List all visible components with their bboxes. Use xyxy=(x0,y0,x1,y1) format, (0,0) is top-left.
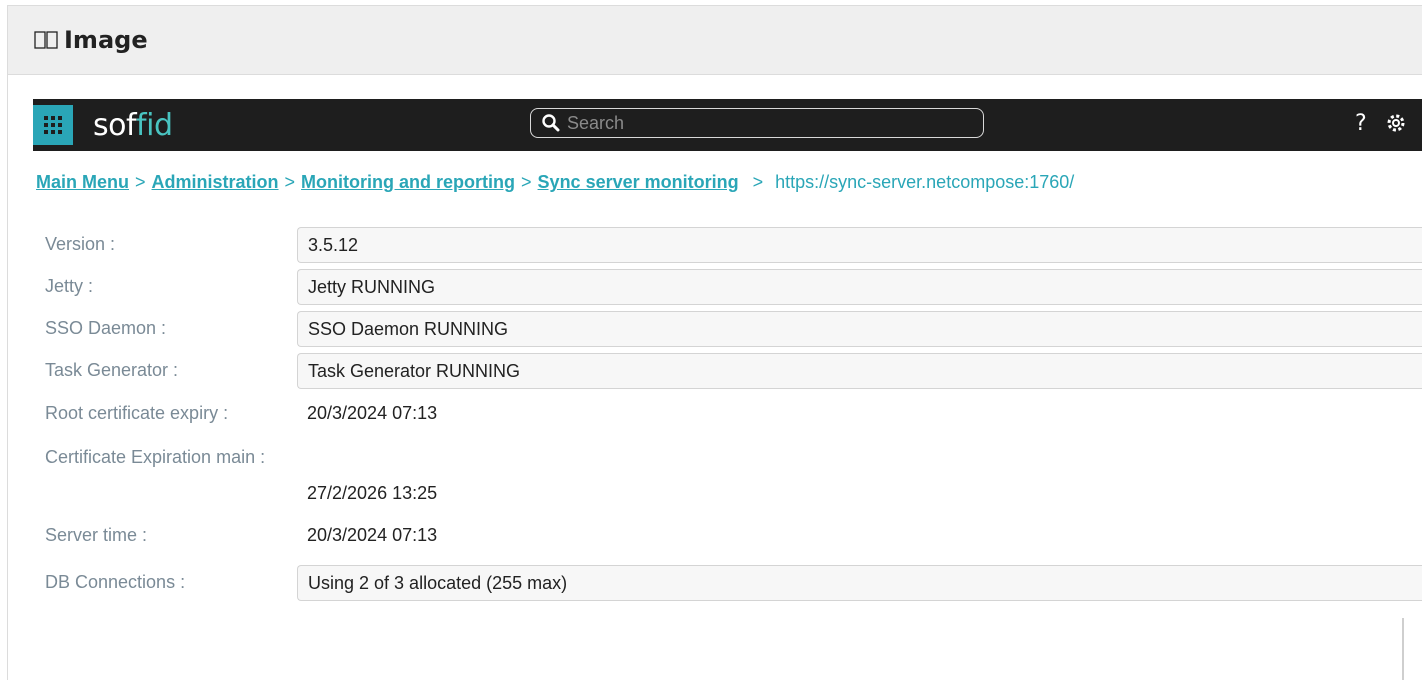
cert-expiration-main-value-row: 27/2/2026 13:25 xyxy=(33,476,1422,512)
image-icon xyxy=(34,31,58,49)
grid-icon xyxy=(44,116,62,134)
scrollbar[interactable] xyxy=(1402,618,1404,680)
search-input[interactable] xyxy=(565,111,949,135)
breadcrumb-administration[interactable]: Administration xyxy=(152,172,279,192)
server-time-label: Server time : xyxy=(45,525,148,545)
app-menu-button[interactable] xyxy=(33,105,73,145)
task-generator-field[interactable]: Task Generator RUNNING xyxy=(297,353,1422,389)
search-icon xyxy=(541,113,561,133)
jetty-row: Jetty : Jetty RUNNING xyxy=(33,269,1422,305)
jetty-label: Jetty : xyxy=(45,276,94,296)
breadcrumb-current: https://sync-server.netcompose:1760/ xyxy=(775,172,1075,192)
gear-icon[interactable] xyxy=(1385,112,1407,139)
breadcrumb-monitoring-and-reporting[interactable]: Monitoring and reporting xyxy=(301,172,515,192)
breadcrumb-separator: > xyxy=(752,172,764,192)
breadcrumb: Main Menu > Administration > Monitoring and … xyxy=(36,172,1074,193)
breadcrumb-main-menu[interactable]: Main Menu xyxy=(36,172,129,192)
jetty-field[interactable]: Jetty RUNNING xyxy=(297,269,1422,305)
breadcrumb-sync-server-monitoring[interactable]: Sync server monitoring xyxy=(538,172,739,192)
top-navbar: soffid ? xyxy=(33,99,1422,151)
version-label: Version : xyxy=(45,234,116,254)
root-cert-expiry-label: Root certificate expiry : xyxy=(45,403,229,423)
breadcrumb-separator: > xyxy=(135,172,146,192)
server-time-value: 20/3/2024 07:13 xyxy=(307,525,438,545)
db-connections-field[interactable]: Using 2 of 3 allocated (255 max) xyxy=(297,565,1422,601)
version-row: Version : 3.5.12 xyxy=(33,227,1422,263)
sso-daemon-label: SSO Daemon : xyxy=(45,318,167,338)
cert-expiration-main-label: Certificate Expiration main : xyxy=(45,447,266,467)
version-field[interactable]: 3.5.12 xyxy=(297,227,1422,263)
soffid-logo[interactable]: so f fid xyxy=(93,99,173,151)
task-generator-label: Task Generator : xyxy=(45,360,179,380)
sso-daemon-field[interactable]: SSO Daemon RUNNING xyxy=(297,311,1422,347)
help-button[interactable]: ? xyxy=(1355,111,1367,136)
search-box[interactable] xyxy=(530,108,984,138)
sso-daemon-row: SSO Daemon : SSO Daemon RUNNING xyxy=(33,311,1422,347)
root-cert-expiry-value: 20/3/2024 07:13 xyxy=(307,403,438,423)
breadcrumb-separator: > xyxy=(284,172,296,192)
section-title: Image xyxy=(64,26,148,54)
task-generator-row: Task Generator : Task Generator RUNNING xyxy=(33,353,1422,389)
db-connections-row: DB Connections : Using 2 of 3 allocated … xyxy=(33,565,1422,601)
app-screenshot: soffid ? Main Menu>Administ xyxy=(33,99,1422,679)
cert-expiration-main-row: Certificate Expiration main : xyxy=(33,440,1422,476)
breadcrumb-separator: > xyxy=(521,172,532,192)
db-connections-label: DB Connections : xyxy=(45,572,186,592)
root-cert-expiry-row: Root certificate expiry : 20/3/2024 07:1… xyxy=(33,396,1422,432)
image-panel: Image so f fid Search ? Main Menu > Admi… xyxy=(7,5,1422,680)
server-time-row: Server time : 20/3/2024 07:13 xyxy=(33,518,1422,554)
section-header: Image xyxy=(8,6,1422,75)
cert-expiration-main-value: 27/2/2026 13:25 xyxy=(307,483,438,503)
